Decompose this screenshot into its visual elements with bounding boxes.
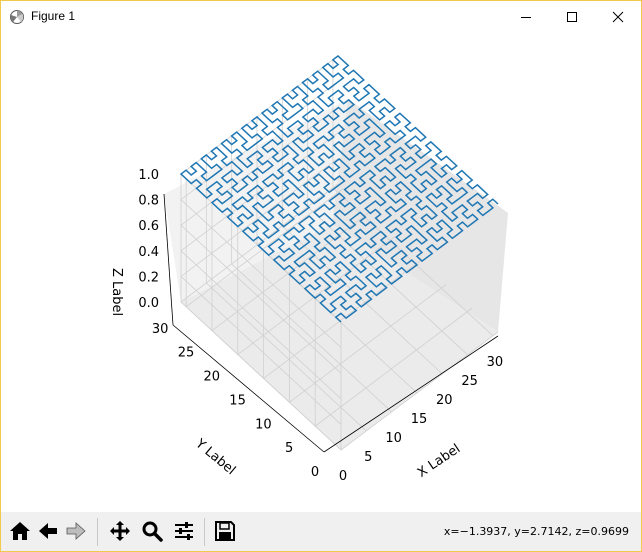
navigation-toolbar: x=−1.3937, y=2.7142, z=0.9699 — [1, 512, 641, 551]
x-tick-label: 20 — [436, 393, 453, 408]
x-tick-label: 5 — [364, 450, 372, 465]
y-tick-label: 30 — [152, 322, 169, 337]
3d-axes[interactable]: 0 5 10 15 20 25 30 0 5 10 15 20 25 30 0.0 0.2 0.4 0.6 0.8 1… — [1, 32, 641, 512]
y-tick-label: 5 — [285, 441, 293, 456]
y-tick-label: 20 — [204, 370, 221, 385]
minimize-button[interactable] — [503, 1, 549, 32]
y-axis-label: Y Label — [192, 436, 239, 478]
home-icon — [10, 522, 30, 540]
arrow-left-icon — [39, 523, 57, 539]
y-tick-label: 10 — [255, 417, 272, 432]
save-button[interactable] — [212, 518, 238, 544]
matplotlib-icon — [9, 9, 25, 25]
move-icon — [110, 521, 130, 541]
z-tick-label: 0.8 — [138, 194, 159, 209]
x-tick-label: 0 — [339, 469, 347, 484]
pan-button[interactable] — [107, 518, 133, 544]
y-tick-label: 0 — [311, 465, 319, 480]
zoom-button[interactable] — [139, 518, 165, 544]
figure-window: Figure 1 0 5 10 15 20 25 30 0 5 10 15 20… — [0, 0, 642, 552]
x-tick-label: 30 — [487, 355, 504, 370]
magnifier-icon — [142, 521, 163, 542]
z-tick-label: 0.6 — [138, 219, 159, 234]
x-tick-label: 10 — [385, 431, 402, 446]
configure-subplots-button[interactable] — [171, 518, 197, 544]
x-tick-label: 25 — [461, 374, 478, 389]
x-tick-label: 15 — [411, 412, 428, 427]
title-bar[interactable]: Figure 1 — [1, 1, 641, 32]
close-button[interactable] — [595, 1, 641, 32]
back-button[interactable] — [35, 518, 61, 544]
figure-canvas[interactable]: 0 5 10 15 20 25 30 0 5 10 15 20 25 30 0.0 0.2 0.4 0.6 0.8 1… — [1, 32, 641, 512]
y-tick-label: 15 — [229, 393, 246, 408]
sliders-icon — [175, 522, 193, 540]
z-tick-label: 1.0 — [138, 168, 159, 183]
y-tick-label: 25 — [178, 346, 195, 361]
x-axis-label: X Label — [415, 441, 463, 480]
cursor-coordinates: x=−1.3937, y=2.7142, z=0.9699 — [443, 525, 629, 538]
z-tick-label: 0.0 — [138, 296, 159, 311]
home-button[interactable] — [7, 518, 33, 544]
toolbar-separator — [204, 518, 205, 546]
arrow-right-icon — [66, 522, 86, 540]
z-tick-label: 0.2 — [138, 270, 159, 285]
window-title: Figure 1 — [31, 9, 76, 23]
floppy-disk-icon — [215, 521, 235, 541]
z-tick-label: 0.4 — [138, 245, 159, 260]
forward-button[interactable] — [63, 518, 89, 544]
toolbar-separator — [97, 518, 98, 546]
z-axis-label: Z Label — [109, 268, 124, 316]
maximize-button[interactable] — [549, 1, 595, 32]
